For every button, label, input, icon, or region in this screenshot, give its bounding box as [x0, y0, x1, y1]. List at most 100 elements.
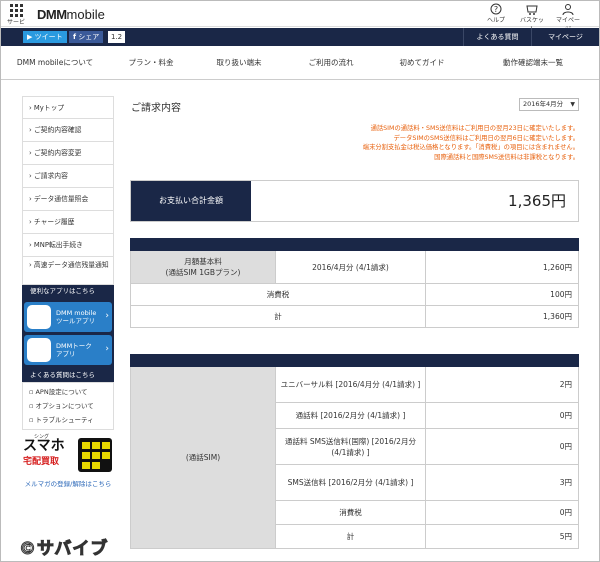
total-box: お支払い合計金額 1,365円	[130, 180, 579, 222]
tax-label: 消費税	[130, 283, 426, 306]
mail-magazine-link[interactable]: メルマガの登録/解除はこちら	[22, 479, 114, 489]
total-amount: 1,365円	[508, 192, 566, 210]
table-row: 月額基本料 (通話SIM 1GBプラン) 2016/4月分 (4/1請求) 1,2…	[130, 250, 579, 284]
dmm-mobile-logo[interactable]: DMMmobile	[37, 7, 105, 22]
user-icon	[562, 4, 574, 15]
item-cell: 消費税	[275, 500, 426, 525]
table-header	[130, 238, 579, 251]
doc-icon: ▫	[29, 402, 34, 410]
amount-cell: 0円	[425, 428, 579, 465]
app-subtitle: アプリ	[56, 350, 76, 358]
group-cell: (通話SIM)	[130, 366, 276, 549]
app-title: DMMトーク	[56, 342, 92, 350]
sidebar-item-contract-change[interactable]: › ご契約内容変更	[22, 142, 114, 165]
basket-icon	[526, 5, 538, 15]
sidebar-item-data-notify[interactable]: › 高速データ通信残量通知	[22, 257, 114, 285]
sidebar-item-label: Myトップ	[33, 104, 65, 112]
tweet-button[interactable]: ▶ ツイート	[23, 31, 67, 43]
faq-header: よくある質問はこちら	[22, 369, 114, 382]
sum-amount: 1,360円	[425, 305, 579, 328]
share-label: シェア	[78, 33, 100, 41]
note-line: 端末分割支払金は税込価格となります。「消費税」の項目には含まれません。	[362, 144, 579, 151]
page-frame: サービス DMMmobile ? ヘルプ バスケット マイページ ▶ ツイート …	[0, 0, 600, 562]
logo-light: mobile	[66, 7, 105, 22]
sidebar-item-label: ご請求内容	[33, 172, 68, 180]
apps-box: DMM mobile ツールアプリ › DMMトーク アプリ ›	[22, 298, 114, 369]
item-cell: 通話料 SMS送信料(国際) [2016/2月分 (4/1請求) ]	[275, 428, 426, 465]
share-count: 1.2	[108, 31, 126, 43]
chevron-down-icon: ▼	[570, 101, 575, 108]
faq-link[interactable]: よくある質問	[463, 28, 531, 46]
nav-guide[interactable]: 初めてガイド	[377, 57, 467, 68]
billing-notes: 通話SIMの通話料・SMS送信料はご利用日の翌月23日に確定いたします。 データ…	[363, 124, 579, 162]
amount-cell: 3円	[425, 464, 579, 501]
watermark: ©サバイブ	[18, 539, 109, 560]
svg-text:?: ?	[494, 5, 498, 14]
help-icon: ?	[490, 3, 502, 15]
sidebar-item-label: ご契約内容変更	[33, 149, 82, 157]
page-title: ご請求内容	[131, 103, 181, 114]
sum-label: 計	[130, 305, 426, 328]
note-line: 通話SIMの通話料・SMS送信料はご利用日の翌月23日に確定いたします。	[370, 125, 579, 132]
doc-icon: ▫	[29, 388, 34, 396]
item-cell: ユニバーサル料 [2016/4月分 (4/1請求) ]	[275, 366, 426, 403]
sidebar-item-mnp[interactable]: › MNP転出手続き	[22, 234, 114, 257]
dmm-talk-app-button[interactable]: DMMトーク アプリ ›	[24, 335, 112, 365]
item-name: 月額基本料	[184, 257, 222, 266]
logo-bold: DMM	[37, 7, 67, 22]
tax-amount: 100円	[425, 283, 579, 306]
table-row: (通話SIM) ユニバーサル料 [2016/4月分 (4/1請求) ] 2円	[130, 366, 579, 549]
table-row: 計 1,360円	[130, 305, 579, 328]
item-cell: 計	[275, 524, 426, 549]
period-cell: 2016/4月分 (4/1請求)	[275, 250, 426, 284]
banner-subtitle: 宅配買取	[23, 457, 60, 467]
sidebar-item-label: データ通信量照会	[33, 195, 89, 203]
faq-label: APN設定について	[35, 388, 88, 396]
chevron-right-icon: ›	[105, 311, 109, 321]
header-cell	[130, 238, 579, 251]
sidebar-item-billing[interactable]: › ご請求内容	[22, 165, 114, 188]
month-value: 2016年4月分	[523, 100, 564, 108]
phone-app-icon	[27, 338, 51, 362]
facebook-share-button[interactable]: f シェア	[69, 31, 104, 43]
sidebar-item-label: MNP転出手続き	[33, 241, 83, 249]
amount-cell: 0円	[425, 500, 579, 525]
note-line: 国際通話料と国際SMS送信料は非課税となります。	[434, 153, 579, 161]
sidebar-item-contract[interactable]: › ご契約内容確認	[22, 119, 114, 142]
sidebar-item-charge-history[interactable]: › チャージ履歴	[22, 211, 114, 234]
faq-trouble[interactable]: ▫ トラブルシューティ	[23, 413, 113, 427]
table-row: 消費税 100円	[130, 283, 579, 306]
total-label: お支払い合計金額	[131, 181, 251, 221]
sidebar: › Myトップ › ご契約内容確認 › ご契約内容変更 › ご請求内容 › デー…	[22, 96, 114, 489]
global-nav: DMM mobileについて プラン・料金 取り扱い端末 ご利用の流れ 初めてガ…	[1, 46, 599, 80]
app-title: DMM mobile	[56, 309, 97, 317]
nav-device-list[interactable]: 動作確認端末一覧	[467, 57, 599, 68]
smartphone-buyback-banner[interactable]: シング スマホ 宅配買取	[22, 433, 114, 475]
sidebar-item-data-usage[interactable]: › データ通信量照会	[22, 188, 114, 211]
faq-box: ▫ APN設定について ▫ オプションについて ▫ トラブルシューティ	[22, 382, 114, 430]
call-sim-table: (通話SIM) ユニバーサル料 [2016/4月分 (4/1請求) ] 2円 通…	[130, 354, 579, 549]
facebook-icon: f	[73, 33, 77, 41]
doc-icon: ▫	[29, 416, 34, 424]
app-subtitle: ツールアプリ	[56, 317, 95, 325]
nav-plans[interactable]: プラン・料金	[109, 57, 193, 68]
dmm-tool-app-button[interactable]: DMM mobile ツールアプリ ›	[24, 302, 112, 332]
nav-flow[interactable]: ご利用の流れ	[285, 57, 377, 68]
item-plan: (通話SIM 1GBプラン)	[165, 268, 241, 277]
sidebar-item-label: ご契約内容確認	[33, 126, 82, 134]
table-header	[130, 354, 579, 367]
banner-title: スマホ	[23, 438, 65, 454]
faq-apn[interactable]: ▫ APN設定について	[23, 385, 113, 399]
sidebar-item-label: チャージ履歴	[33, 218, 75, 226]
faq-options[interactable]: ▫ オプションについて	[23, 399, 113, 413]
dmm-mobile-app-icon	[27, 305, 51, 329]
apps-header: 便利なアプリはこちら	[22, 285, 114, 298]
nav-about[interactable]: DMM mobileについて	[1, 57, 109, 68]
nav-devices[interactable]: 取り扱い端末	[193, 57, 285, 68]
amount-cell: 0円	[425, 402, 579, 429]
sidebar-item-mytop[interactable]: › Myトップ	[22, 96, 114, 119]
grid-icon	[5, 4, 27, 17]
social-bar: ▶ ツイート f シェア 1.2 よくある質問 マイページ	[1, 28, 599, 46]
mypage-link[interactable]: マイページ	[531, 28, 599, 46]
month-select[interactable]: 2016年4月分 ▼	[519, 98, 579, 111]
